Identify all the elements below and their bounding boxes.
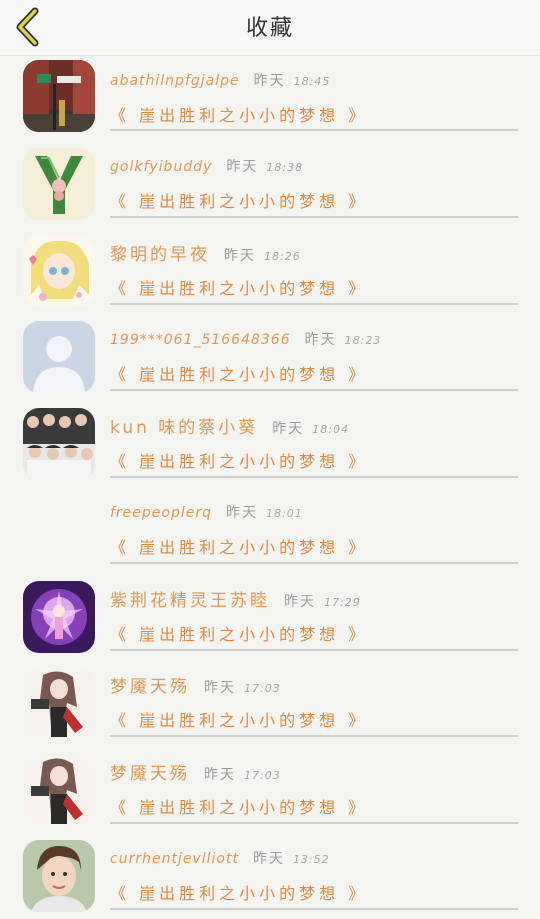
username[interactable]: currhentjevlliott bbox=[110, 851, 239, 867]
date-label: 昨天 bbox=[253, 73, 286, 89]
avatar[interactable] bbox=[23, 321, 95, 393]
divider bbox=[110, 216, 518, 218]
date-label: 昨天 bbox=[272, 420, 305, 437]
favorite-title[interactable]: 《 崖出胜利之小小的梦想 》 bbox=[110, 188, 368, 212]
item-meta: currhentjevlliott 昨天 13:52 bbox=[110, 848, 330, 868]
favorite-title[interactable]: 《 崖出胜利之小小的梦想 》 bbox=[110, 794, 368, 818]
favorite-title[interactable]: 《 崖出胜利之小小的梦想 》 bbox=[110, 880, 368, 904]
time-label: 17:03 bbox=[244, 768, 281, 782]
item-meta: golkfyibuddy 昨天 18:38 bbox=[110, 156, 303, 176]
avatar[interactable] bbox=[23, 580, 95, 653]
page-title: 收藏 bbox=[245, 16, 294, 41]
date-label: 昨天 bbox=[224, 247, 256, 264]
time-label: 18:45 bbox=[293, 75, 331, 88]
list-item[interactable]: abathilnpfgjalpe 昨天 18:45 《 崖出胜利之小小的梦想 》 bbox=[0, 56, 540, 143]
username[interactable]: 紫荆花精灵王苏睦 bbox=[110, 586, 270, 611]
avatar[interactable] bbox=[23, 753, 95, 826]
favorites-list[interactable]: abathilnpfgjalpe 昨天 18:45 《 崖出胜利之小小的梦想 》… bbox=[0, 56, 540, 919]
date-label: 昨天 bbox=[226, 159, 259, 175]
item-meta: abathilnpfgjalpe 昨天 18:45 bbox=[110, 70, 330, 90]
avatar[interactable] bbox=[23, 667, 95, 739]
item-meta: 梦魇天殇 昨天 17:03 bbox=[110, 759, 281, 784]
time-label: 18:04 bbox=[312, 422, 349, 436]
username[interactable]: abathilnpfgjalpe bbox=[110, 73, 240, 89]
item-meta: 黎明的早夜 昨天 18:26 bbox=[110, 240, 301, 265]
username[interactable]: kun 味的蔡小葵 bbox=[110, 413, 258, 438]
favorite-title[interactable]: 《 崖出胜利之小小的梦想 》 bbox=[110, 448, 368, 472]
header-bar: 收藏 bbox=[0, 0, 540, 56]
date-label: 昨天 bbox=[284, 593, 316, 610]
avatar[interactable] bbox=[23, 407, 95, 480]
username[interactable]: golkfyibuddy bbox=[110, 159, 212, 175]
divider bbox=[110, 562, 518, 564]
divider bbox=[110, 908, 518, 910]
favorite-title[interactable]: 《 崖出胜利之小小的梦想 》 bbox=[110, 621, 368, 645]
favorite-title[interactable]: 《 崖出胜利之小小的梦想 》 bbox=[110, 102, 368, 126]
list-item[interactable]: currhentjevlliott 昨天 13:52 《 崖出胜利之小小的梦想 … bbox=[0, 835, 540, 919]
favorite-title[interactable]: 《 崖出胜利之小小的梦想 》 bbox=[110, 361, 368, 385]
avatar[interactable] bbox=[23, 60, 95, 132]
divider bbox=[110, 475, 518, 478]
divider bbox=[110, 735, 518, 737]
time-label: 17:29 bbox=[324, 595, 361, 609]
item-meta: 紫荆花精灵王苏睦 昨天 17:29 bbox=[110, 586, 361, 611]
list-item[interactable]: 梦魇天殇 昨天 17:03 《 崖出胜利之小小的梦想 》 bbox=[0, 749, 540, 836]
date-label: 昨天 bbox=[304, 332, 337, 348]
favorite-title[interactable]: 《 崖出胜利之小小的梦想 》 bbox=[110, 707, 368, 731]
username[interactable]: 199***061_516648366 bbox=[110, 332, 291, 348]
list-item[interactable]: golkfyibuddy 昨天 18:38 《 崖出胜利之小小的梦想 》 bbox=[0, 143, 540, 230]
list-item[interactable]: freepeoplerq 昨天 18:01 《 崖出胜利之小小的梦想 》 bbox=[0, 489, 540, 576]
username[interactable]: 梦魇天殇 bbox=[110, 759, 190, 784]
avatar[interactable] bbox=[23, 234, 95, 307]
time-label: 18:23 bbox=[344, 334, 382, 347]
list-item[interactable]: 199***061_516648366 昨天 18:23 《 崖出胜利之小小的梦… bbox=[0, 316, 540, 403]
time-label: 18:38 bbox=[266, 161, 304, 174]
favorite-title[interactable]: 《 崖出胜利之小小的梦想 》 bbox=[110, 275, 368, 299]
divider bbox=[110, 648, 518, 651]
date-label: 昨天 bbox=[204, 766, 236, 783]
item-meta: freepeoplerq 昨天 18:01 bbox=[110, 502, 303, 522]
item-meta: 199***061_516648366 昨天 18:23 bbox=[110, 329, 381, 349]
date-label: 昨天 bbox=[226, 505, 259, 521]
time-label: 18:26 bbox=[264, 249, 301, 263]
username[interactable]: 黎明的早夜 bbox=[110, 240, 210, 265]
divider bbox=[110, 302, 518, 305]
divider bbox=[110, 821, 518, 824]
divider bbox=[110, 389, 518, 391]
date-label: 昨天 bbox=[252, 851, 285, 867]
list-item[interactable]: 梦魇天殇 昨天 17:03 《 崖出胜利之小小的梦想 》 bbox=[0, 662, 540, 749]
divider bbox=[110, 129, 518, 131]
username[interactable]: 梦魇天殇 bbox=[110, 672, 190, 697]
avatar[interactable] bbox=[23, 840, 95, 912]
username[interactable]: freepeoplerq bbox=[110, 505, 212, 521]
list-item[interactable]: 黎明的早夜 昨天 18:26 《 崖出胜利之小小的梦想 》 bbox=[0, 230, 540, 317]
list-item[interactable]: kun 味的蔡小葵 昨天 18:04 《 崖出胜利之小小的梦想 》 bbox=[0, 403, 540, 490]
item-meta: 梦魇天殇 昨天 17:03 bbox=[110, 672, 281, 697]
avatar[interactable] bbox=[23, 148, 95, 220]
list-item[interactable]: 紫荆花精灵王苏睦 昨天 17:29 《 崖出胜利之小小的梦想 》 bbox=[0, 576, 540, 663]
item-meta: kun 味的蔡小葵 昨天 18:04 bbox=[110, 413, 349, 438]
time-label: 17:03 bbox=[244, 682, 281, 695]
time-label: 18:01 bbox=[266, 507, 303, 520]
time-label: 13:52 bbox=[292, 853, 330, 866]
favorite-title[interactable]: 《 崖出胜利之小小的梦想 》 bbox=[110, 534, 368, 558]
date-label: 昨天 bbox=[204, 680, 236, 696]
